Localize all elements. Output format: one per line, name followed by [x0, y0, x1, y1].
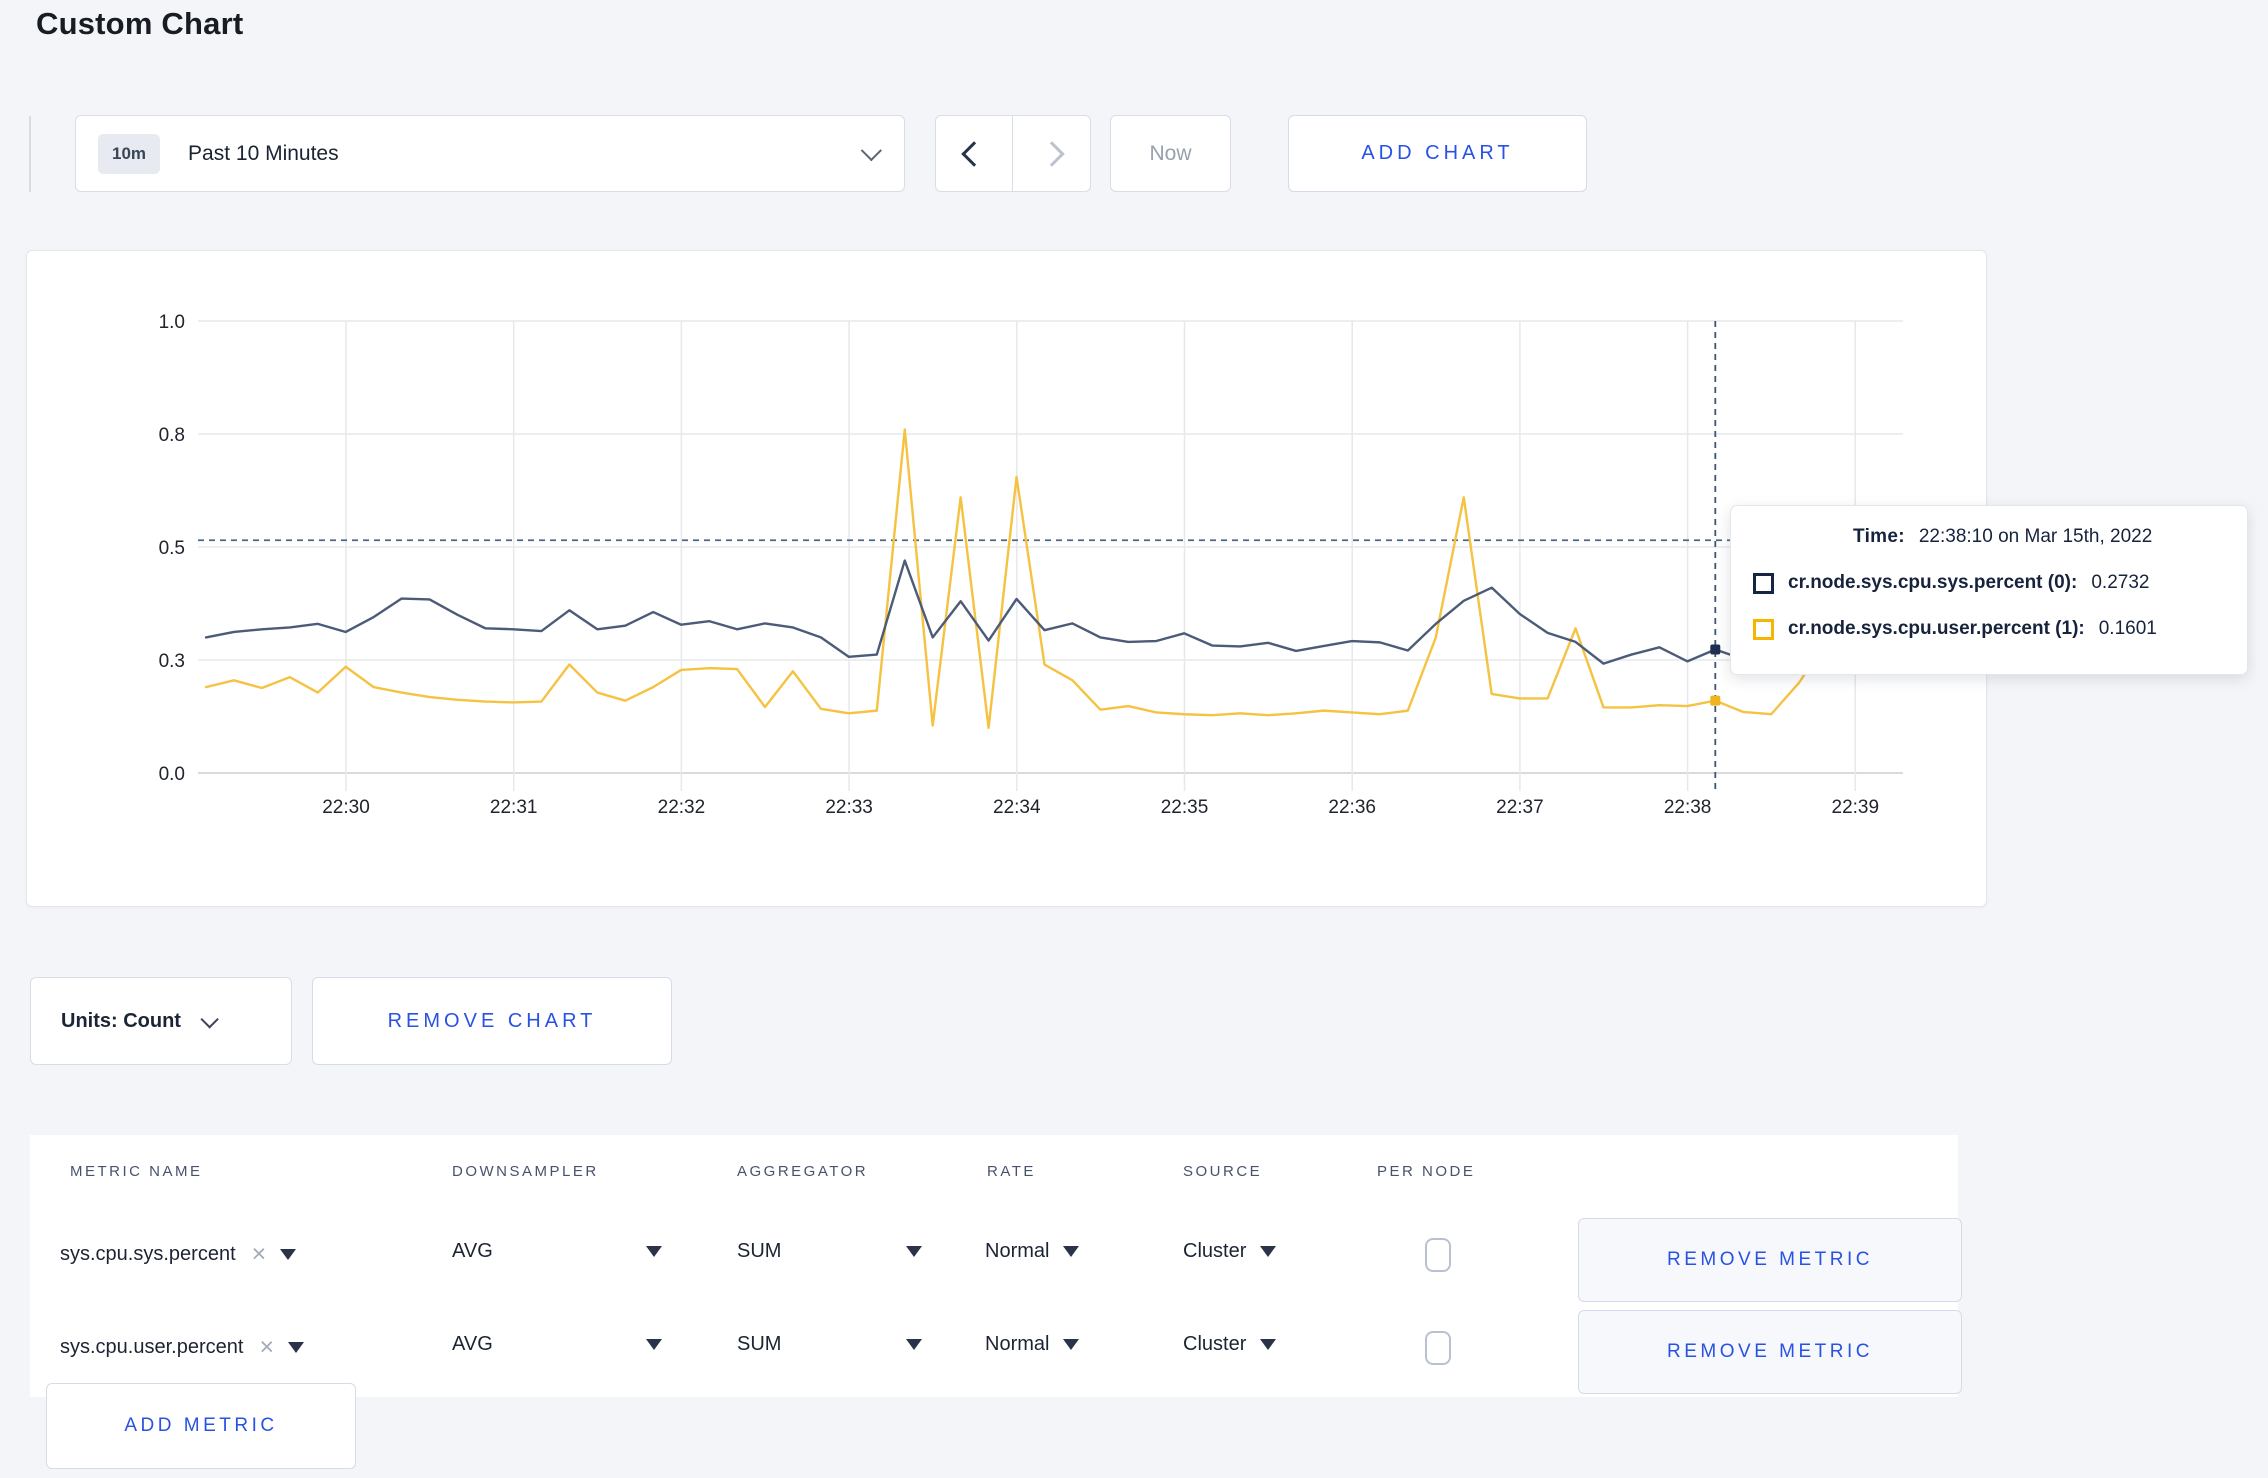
metric-name-select[interactable]: sys.cpu.user.percent × [60, 1333, 305, 1362]
chevron-right-icon [1038, 140, 1065, 167]
chart-tooltip: Time: 22:38:10 on Mar 15th, 2022 cr.node.… [1730, 505, 2248, 675]
downsampler-select[interactable]: AVG [452, 1333, 662, 1356]
chevron-down-icon [200, 1009, 219, 1029]
rate-select[interactable]: Normal [985, 1240, 1080, 1263]
aggregator-select[interactable]: SUM [737, 1240, 922, 1263]
chart-card: 0.0 0.3 0.5 0.8 1.0 22:30 22:31 22:32 22:33 22:34… [26, 250, 1987, 907]
x-axis-tick-label: 22:31 [490, 797, 538, 818]
x-axis-tick-label: 22:30 [322, 797, 370, 818]
downsampler-select[interactable]: AVG [452, 1240, 662, 1263]
per-node-checkbox[interactable] [1425, 1331, 1451, 1365]
rate-value: Normal [985, 1240, 1050, 1262]
source-value: Cluster [1183, 1240, 1247, 1262]
clear-metric-icon[interactable]: × [252, 1240, 267, 1269]
custom-chart-page: Custom Chart 10m Past 10 Minutes Now ADD… [0, 0, 2268, 1478]
dropdown-arrow-icon [1063, 1246, 1080, 1257]
dropdown-arrow-icon [280, 1249, 297, 1260]
metric-name-value: sys.cpu.user.percent [60, 1336, 244, 1358]
metric-name-select[interactable]: sys.cpu.sys.percent × [60, 1240, 297, 1269]
time-range-badge: 10m [98, 133, 161, 174]
downsampler-value: AVG [452, 1333, 493, 1355]
tooltip-series-sys: cr.node.sys.cpu.sys.percent (0): 0.2732 [1753, 572, 2149, 594]
x-axis-tick-label: 22:34 [993, 797, 1041, 818]
hover-point-marker [1710, 644, 1721, 655]
rate-select[interactable]: Normal [985, 1333, 1080, 1356]
aggregator-value: SUM [737, 1333, 782, 1355]
source-value: Cluster [1183, 1333, 1247, 1355]
tooltip-sys-value: 0.2732 [2091, 572, 2150, 593]
aggregator-select[interactable]: SUM [737, 1333, 922, 1356]
x-axis-tick-label: 22:39 [1832, 797, 1880, 818]
dropdown-arrow-icon [1063, 1339, 1080, 1350]
hover-point-marker [1710, 695, 1721, 706]
x-axis-tick-label: 22:35 [1161, 797, 1209, 818]
downsampler-value: AVG [452, 1240, 493, 1262]
rate-value: Normal [985, 1333, 1050, 1355]
tooltip-user-name: cr.node.sys.cpu.user.percent (1): [1788, 618, 2085, 639]
metric-name-value: sys.cpu.sys.percent [60, 1243, 236, 1265]
time-forward-button[interactable] [1013, 115, 1091, 192]
x-axis-tick-label: 22:33 [825, 797, 873, 818]
time-range-label: Past 10 Minutes [188, 141, 339, 165]
units-select[interactable]: Units: Count [30, 977, 292, 1065]
units-label: Units: Count [61, 1009, 181, 1032]
chevron-down-icon [860, 140, 882, 162]
col-header-source: SOURCE [1183, 1163, 1263, 1180]
dropdown-arrow-icon [1260, 1339, 1277, 1350]
aggregator-value: SUM [737, 1240, 782, 1262]
remove-metric-button[interactable]: REMOVE METRIC [1578, 1310, 1962, 1394]
clear-metric-icon[interactable]: × [259, 1333, 274, 1362]
page-title: Custom Chart [36, 6, 244, 41]
add-chart-button[interactable]: ADD CHART [1288, 115, 1587, 192]
col-header-rate: RATE [987, 1163, 1036, 1180]
y-axis-tick-label: 0.3 [159, 651, 185, 672]
remove-chart-button[interactable]: REMOVE CHART [312, 977, 672, 1065]
col-header-downsampler: DOWNSAMPLER [452, 1163, 599, 1180]
toolbar-divider [29, 116, 31, 192]
tooltip-time-label: Time: [1853, 526, 1905, 547]
dropdown-arrow-icon [906, 1339, 922, 1350]
dropdown-arrow-icon [646, 1246, 662, 1257]
x-axis-tick-label: 22:36 [1328, 797, 1376, 818]
source-select[interactable]: Cluster [1183, 1240, 1277, 1263]
x-axis-tick-label: 22:38 [1664, 797, 1712, 818]
user-series-swatch-icon [1753, 618, 1774, 640]
dropdown-arrow-icon [1260, 1246, 1277, 1257]
x-axis-tick-label: 22:32 [658, 797, 706, 818]
col-header-aggregator: AGGREGATOR [737, 1163, 869, 1180]
y-axis-tick-label: 1.0 [159, 312, 185, 333]
timeseries-chart[interactable]: 0.0 0.3 0.5 0.8 1.0 22:30 22:31 22:32 22:33 22:34… [27, 251, 1986, 906]
col-header-per-node: PER NODE [1377, 1163, 1476, 1180]
tooltip-time-value: 22:38:10 on Mar 15th, 2022 [1918, 526, 2153, 547]
dropdown-arrow-icon [288, 1342, 305, 1353]
chevron-left-icon [961, 140, 987, 167]
tooltip-user-value: 0.1601 [2098, 618, 2157, 639]
col-header-metric-name: METRIC NAME [70, 1163, 203, 1180]
tooltip-series-user: cr.node.sys.cpu.user.percent (1): 0.1601 [1753, 618, 2157, 640]
y-axis-tick-label: 0.8 [159, 425, 185, 446]
series-line [204, 428, 1857, 729]
x-axis-tick-label: 22:37 [1496, 797, 1544, 818]
dropdown-arrow-icon [906, 1246, 922, 1257]
y-axis-tick-label: 0.5 [159, 538, 185, 559]
dropdown-arrow-icon [646, 1339, 662, 1350]
tooltip-sys-name: cr.node.sys.cpu.sys.percent (0): [1788, 572, 2078, 593]
add-metric-button[interactable]: ADD METRIC [46, 1383, 356, 1469]
tooltip-time: Time: 22:38:10 on Mar 15th, 2022 [1853, 526, 2152, 548]
remove-metric-button[interactable]: REMOVE METRIC [1578, 1218, 1962, 1302]
per-node-checkbox[interactable] [1425, 1238, 1451, 1272]
y-axis-tick-label: 0.0 [159, 764, 185, 785]
time-nav-group [935, 115, 1091, 192]
source-select[interactable]: Cluster [1183, 1333, 1277, 1356]
sys-series-swatch-icon [1753, 572, 1774, 594]
time-back-button[interactable] [935, 115, 1013, 192]
now-button[interactable]: Now [1110, 115, 1231, 192]
time-range-select[interactable]: 10m Past 10 Minutes [75, 115, 905, 192]
